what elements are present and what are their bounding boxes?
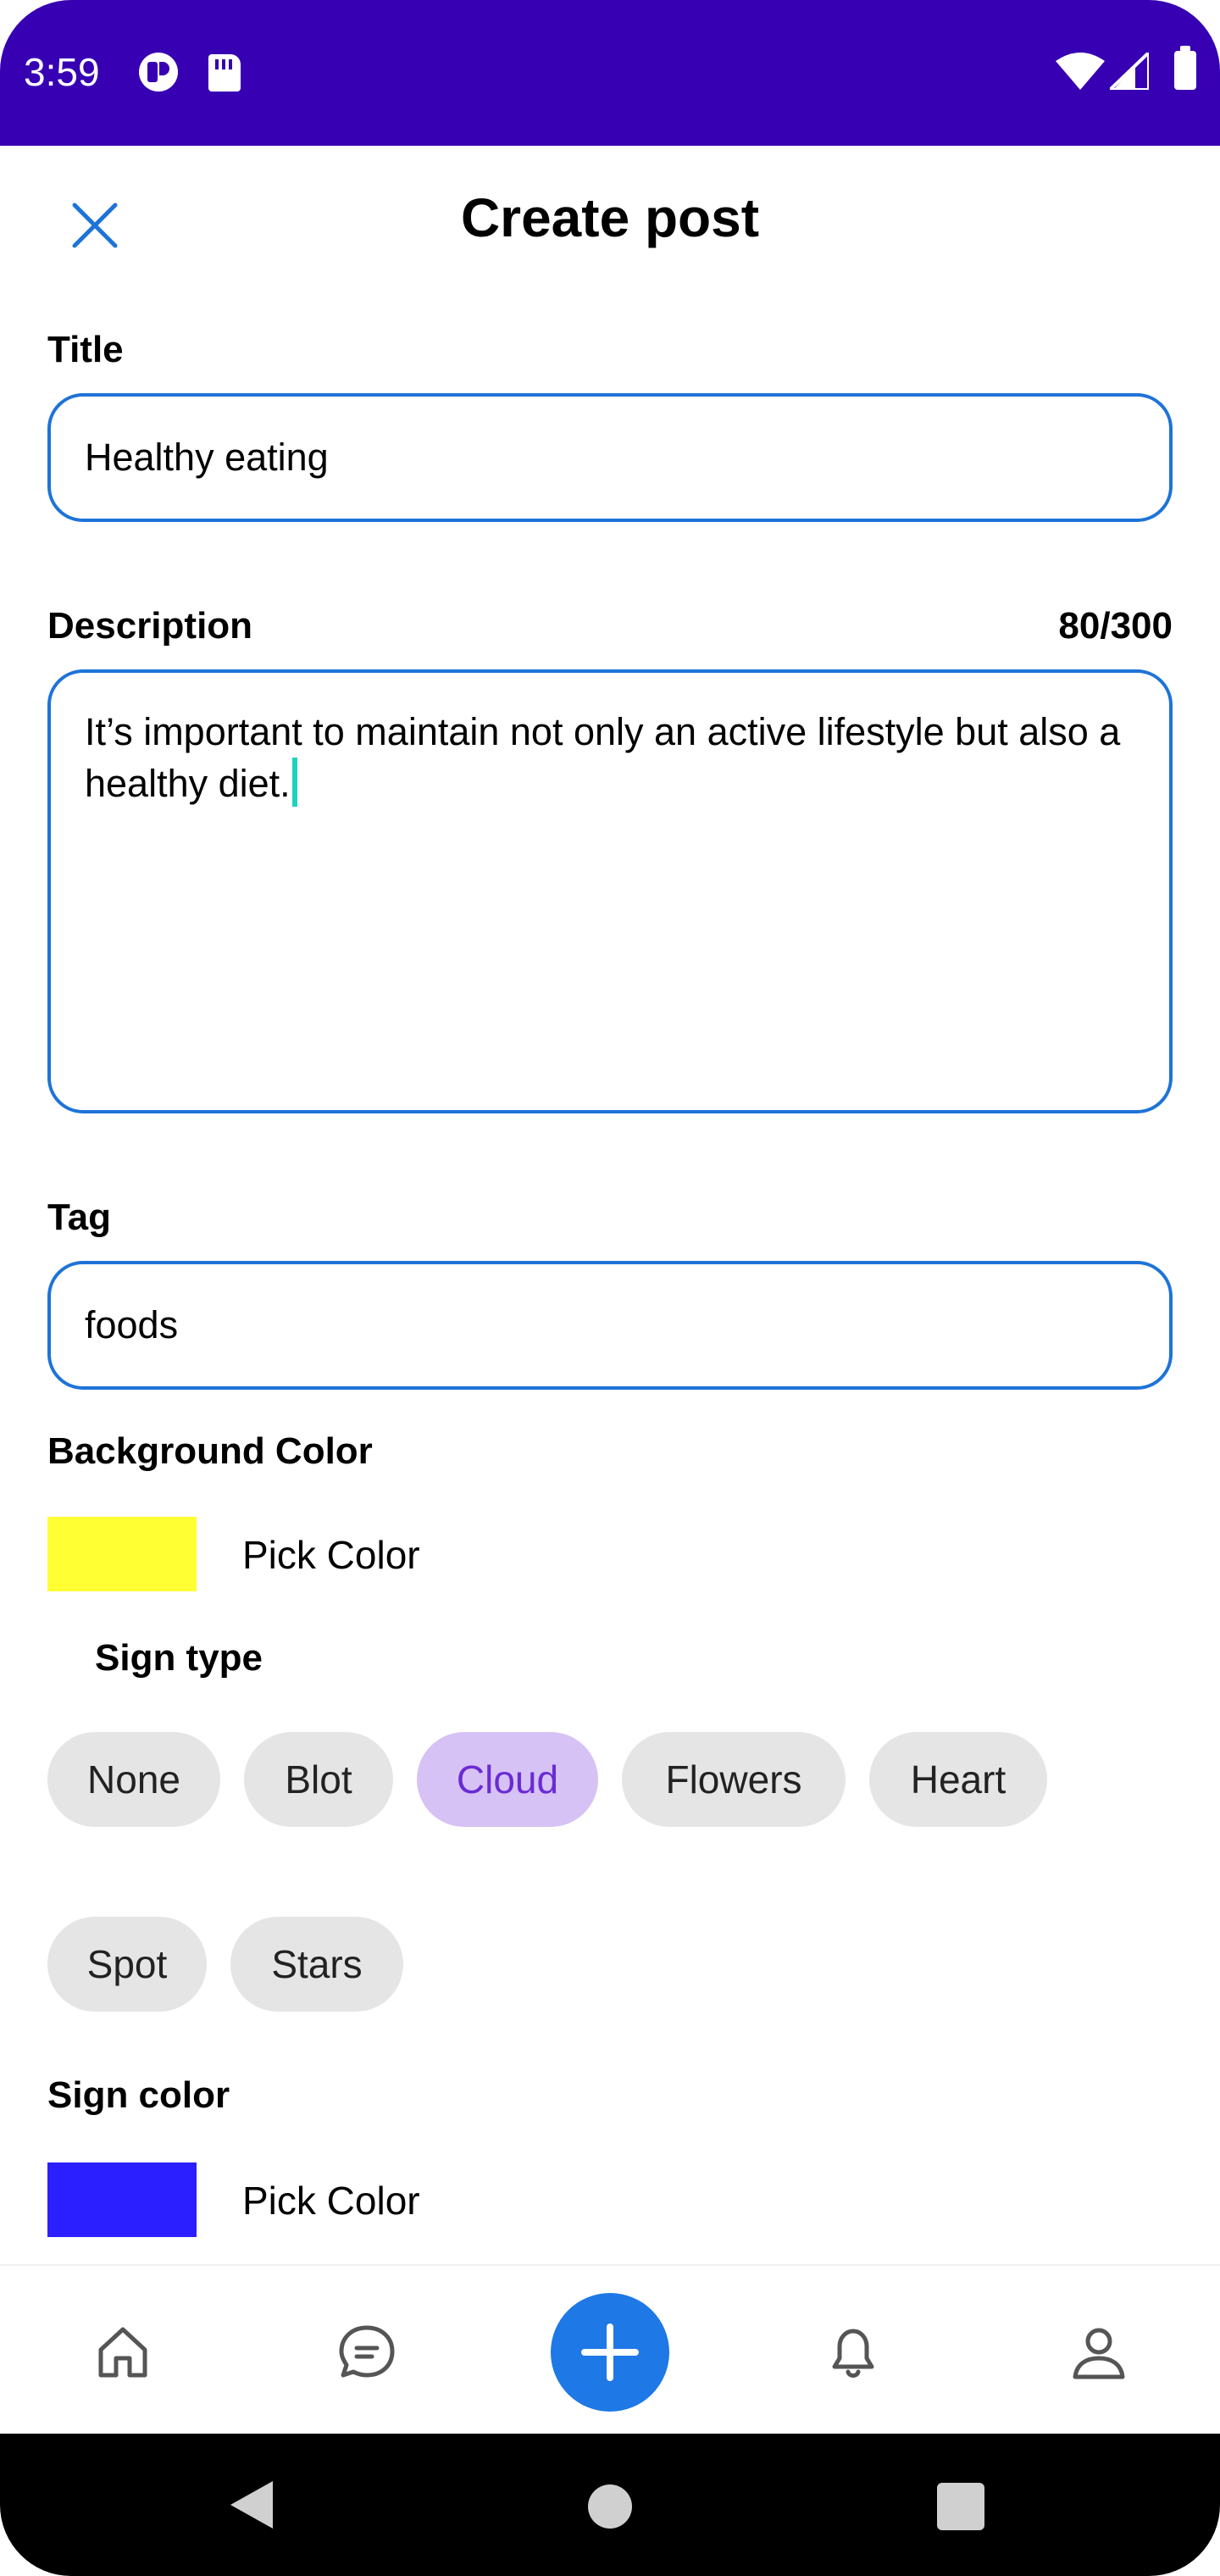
chip-blot[interactable]: Blot	[244, 1732, 393, 1827]
recents-icon[interactable]	[937, 2483, 984, 2530]
nav-home[interactable]	[85, 2313, 161, 2390]
system-nav-bar	[0, 2434, 1220, 2576]
chip-spot[interactable]: Spot	[47, 1917, 207, 2012]
title-input-value: Healthy eating	[85, 436, 329, 479]
bell-icon	[832, 2329, 874, 2378]
tag-input-value: foods	[85, 1303, 179, 1346]
description-value: It’s important to maintain not only an a…	[85, 710, 1121, 805]
app-notification-icon	[139, 53, 178, 92]
chat-icon	[339, 2325, 395, 2378]
chip-none[interactable]: None	[47, 1732, 220, 1827]
home-icon	[98, 2327, 147, 2378]
sign-type-label: Sign type	[95, 1637, 263, 1679]
back-icon[interactable]	[230, 2481, 273, 2529]
sign-pick-color[interactable]: Pick Color	[242, 2178, 420, 2223]
chip-stars[interactable]: Stars	[230, 1917, 403, 2012]
description-textarea[interactable]: It’s important to maintain not only an a…	[47, 669, 1173, 1113]
description-char-count: 80/300	[1058, 605, 1173, 647]
status-time: 3:59	[24, 50, 100, 94]
wifi-icon	[1056, 53, 1105, 90]
header: Create post	[0, 146, 1220, 290]
background-pick-color[interactable]: Pick Color	[242, 1532, 420, 1578]
text-cursor	[291, 758, 297, 807]
description-label: Description	[47, 605, 253, 647]
sign-color-label: Sign color	[47, 2074, 230, 2116]
add-icon	[581, 2323, 639, 2381]
nav-messages[interactable]	[329, 2313, 405, 2390]
tag-input[interactable]: foods	[47, 1261, 1173, 1390]
title-input[interactable]: Healthy eating	[47, 393, 1173, 522]
title-label: Title	[47, 329, 124, 370]
profile-icon	[1073, 2328, 1125, 2379]
home-circle-icon[interactable]	[588, 2484, 632, 2529]
background-color-swatch[interactable]	[47, 1517, 197, 1591]
sign-color-swatch[interactable]	[47, 2162, 197, 2237]
status-bar: 3:59	[0, 0, 1220, 146]
chip-flowers[interactable]: Flowers	[622, 1732, 846, 1827]
signal-icon	[1110, 53, 1149, 90]
nav-profile[interactable]	[1061, 2313, 1137, 2390]
page-title: Create post	[460, 187, 760, 248]
battery-icon	[1174, 46, 1196, 90]
create-post-button[interactable]	[551, 2293, 669, 2412]
background-color-label: Background Color	[47, 1430, 373, 1472]
chip-heart[interactable]: Heart	[869, 1732, 1047, 1827]
tag-label: Tag	[47, 1196, 111, 1238]
sd-card-icon	[208, 54, 241, 92]
chip-cloud[interactable]: Cloud	[417, 1732, 598, 1827]
nav-notifications[interactable]	[815, 2313, 891, 2390]
bottom-nav	[0, 2264, 1220, 2434]
